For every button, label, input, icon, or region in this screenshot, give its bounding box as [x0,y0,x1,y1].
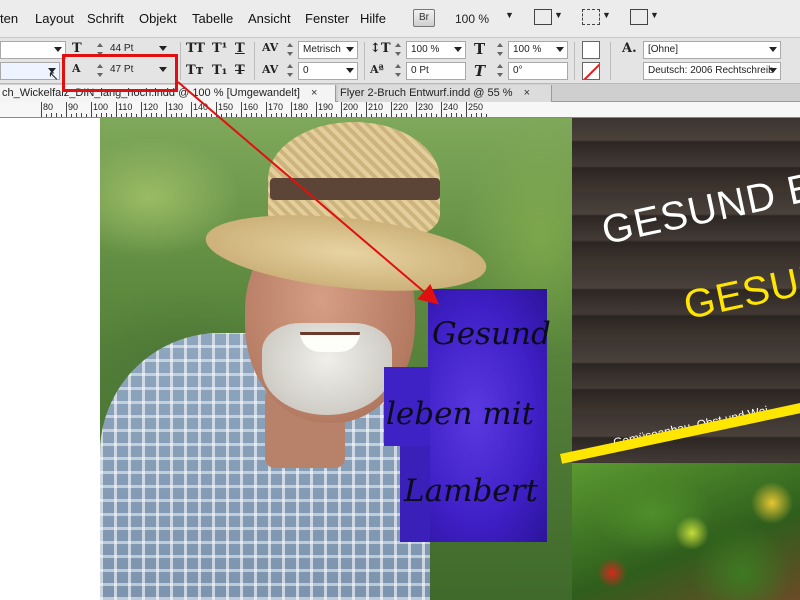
annotation-arrow [177,81,440,305]
